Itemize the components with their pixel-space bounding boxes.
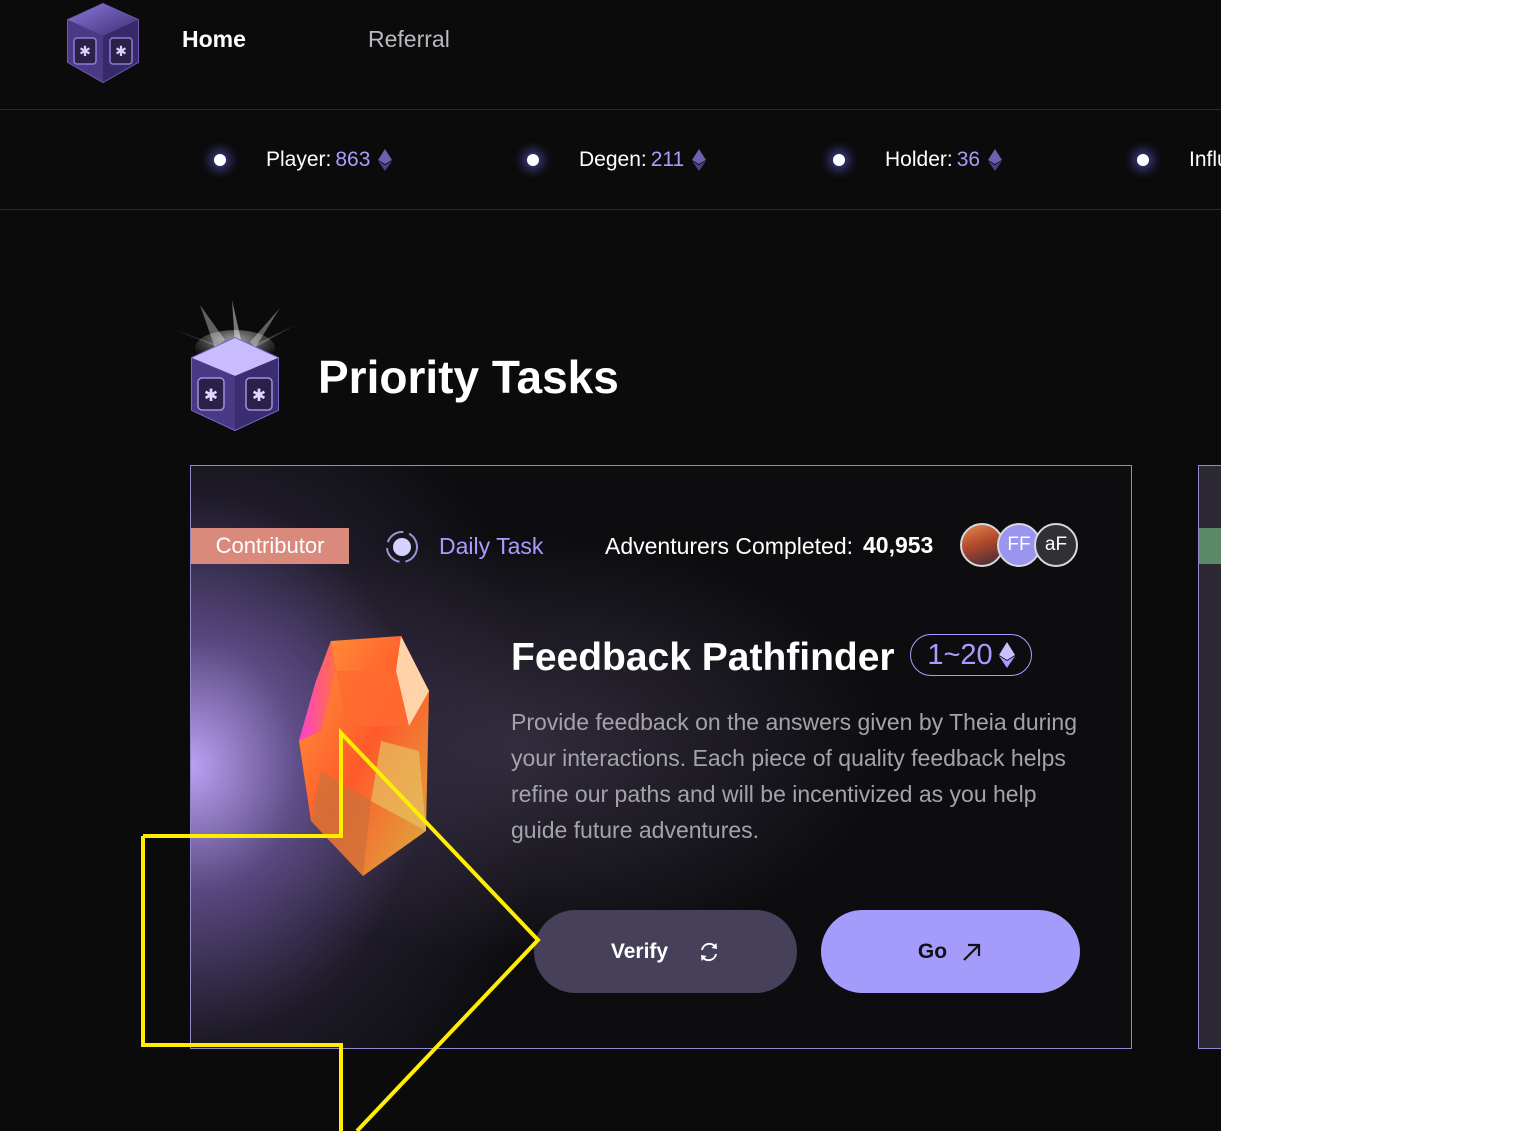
task-card: Contributor Daily Task Adventurers Compl…: [190, 465, 1132, 1049]
ethereum-icon: [998, 642, 1015, 668]
stat-influencer: Influ: [1137, 148, 1221, 172]
go-label: Go: [917, 939, 948, 963]
stat-player: Player: 863: [214, 148, 393, 172]
stat-label: Degen:: [579, 148, 647, 171]
arrow-up-right-icon: [963, 943, 981, 961]
svg-text:✱: ✱: [79, 44, 91, 60]
glow-dot-icon: [1137, 154, 1149, 166]
stat-degen: Degen: 211: [527, 148, 707, 172]
verify-button[interactable]: Verify: [534, 910, 797, 993]
refresh-icon: [701, 942, 718, 961]
reward-badge: 1~20: [910, 634, 1032, 676]
ethereum-icon: [692, 149, 707, 171]
nav-home-link[interactable]: Home: [182, 26, 246, 53]
ethereum-icon: [988, 149, 1003, 171]
reward-amount: 1~20: [927, 638, 993, 671]
glow-dot-icon: [833, 154, 845, 166]
role-badge: Contributor: [191, 528, 349, 564]
svg-text:✱: ✱: [252, 386, 266, 406]
completed-count: 40,953: [863, 532, 934, 558]
stat-label: Influ: [1189, 148, 1221, 171]
radio-target-icon: [386, 531, 418, 563]
glow-dot-icon: [527, 154, 539, 166]
stat-holder: Holder: 36: [833, 148, 1003, 172]
stat-label: Holder:: [885, 148, 953, 171]
nav-referral-link[interactable]: Referral: [368, 26, 450, 53]
role-badge: [1199, 528, 1221, 564]
task-frequency-label: Daily Task: [439, 533, 544, 559]
completed-label: Adventurers Completed:: [605, 533, 854, 559]
verify-label: Verify: [610, 939, 669, 963]
svg-text:✱: ✱: [115, 44, 127, 60]
task-description: Provide feedback on the answers given by…: [511, 709, 1077, 843]
crystal-icon: [299, 636, 429, 876]
task-title: Feedback Pathfinder: [511, 636, 895, 679]
stat-value: 863: [335, 148, 371, 171]
stat-value: 36: [956, 148, 981, 171]
section-title: Priority Tasks: [318, 351, 619, 403]
top-navigation: ✱ ✱ Home Referral: [0, 0, 1221, 110]
app-window: ✱ ✱ Home Referral Player: 863 Degen: 211…: [0, 0, 1221, 1131]
cube-logo-icon[interactable]: ✱ ✱: [60, 0, 146, 86]
avatar: aF: [1034, 523, 1078, 567]
glow-dot-icon: [214, 154, 226, 166]
stat-value: 211: [650, 148, 685, 171]
ethereum-icon: [378, 149, 393, 171]
stats-ticker: Player: 863 Degen: 211 Holder: 36 Influ: [0, 110, 1221, 210]
svg-text:✱: ✱: [204, 386, 218, 406]
next-task-card[interactable]: [1198, 465, 1221, 1049]
stat-label: Player:: [266, 148, 332, 171]
glowing-cube-icon: ✱ ✱: [175, 300, 295, 432]
go-button[interactable]: Go: [821, 910, 1080, 993]
